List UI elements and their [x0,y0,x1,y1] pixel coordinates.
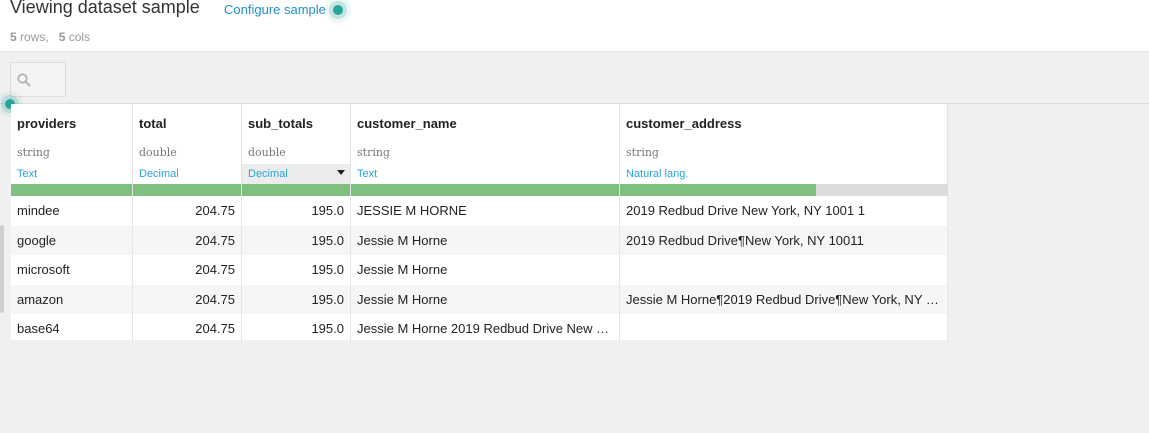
search-icon [17,73,31,87]
table-cell[interactable] [620,255,948,285]
tour-hotspot-dot[interactable] [333,5,343,15]
validity-bar-empty [816,184,948,196]
table-cell[interactable]: Jessie M Horne 2019 Redbud Drive New Yor… [351,314,620,344]
data-table: providers string Text total double Decimal sub… [11,104,948,344]
page-title: Viewing dataset sample [10,0,200,17]
column-meaning-link[interactable]: Text [357,168,377,180]
table-cell[interactable]: 204.75 [133,255,242,285]
table-cell[interactable]: 195.0 [242,196,351,226]
table-cell[interactable] [620,314,948,344]
column-header-customer-name[interactable]: customer_namestring Text [351,104,620,196]
rows-label: rows, [20,30,49,44]
table-row[interactable]: microsoft 204.75 195.0 Jessie M Horne [11,255,948,285]
column-name[interactable]: sub_totals [248,116,313,131]
table-row[interactable]: mindee 204.75 195.0 JESSIE M HORNE 2019 Redb… [11,196,948,226]
column-storage-type: double [248,146,286,159]
column-meaning-link[interactable]: Text [17,168,37,180]
column-storage-type: string [357,146,390,159]
column-header-providers[interactable]: providers string Text [11,104,133,196]
dataset-size-info: 5 rows, 5 cols [10,30,90,44]
table-cell[interactable]: Jessie M Horne¶2019 Redbud Drive¶New Yor… [620,284,948,314]
table-cell[interactable]: 204.75 [133,225,242,255]
table-cell[interactable]: Jessie M Horne [351,284,620,314]
validity-bar [11,184,132,196]
cols-label: cols [68,30,91,44]
top-bar: Viewing dataset sample Configure sample … [0,0,1149,52]
validity-bar [242,184,350,196]
table-cell[interactable]: 2019 Redbud Drive New York, NY 1001 1 [620,196,948,226]
table-cell[interactable]: 2019 Redbud Drive¶New York, NY 10011 [620,225,948,255]
table-cell[interactable]: base64 [11,314,133,344]
table-cell[interactable]: microsoft [11,255,133,285]
column-header-sub-totals[interactable]: sub_totalsdouble Decimal [242,104,351,196]
column-name[interactable]: customer_name [357,116,457,131]
table-cell[interactable]: 204.75 [133,314,242,344]
column-meaning-link[interactable]: Decimal [139,168,179,180]
table-cell[interactable]: 195.0 [242,255,351,285]
column-header-customer-address[interactable]: customer_addressstring Natural lang. [620,104,948,196]
table-cell[interactable]: 195.0 [242,284,351,314]
table-cell[interactable]: 195.0 [242,225,351,255]
table-cell[interactable]: 204.75 [133,284,242,314]
search-input[interactable] [10,62,66,97]
scroll-indicator[interactable] [0,225,4,313]
configure-sample-link[interactable]: Configure sample [224,2,326,17]
column-name[interactable]: customer_address [626,116,742,131]
column-name[interactable]: providers [17,116,76,131]
caret-down-icon[interactable] [337,170,345,175]
table-cell[interactable]: 204.75 [133,196,242,226]
cols-count: 5 [58,30,66,44]
table-cell[interactable]: amazon [11,284,133,314]
column-storage-type: double [139,146,177,159]
rows-count: 5 [10,30,17,44]
table-row[interactable]: amazon 204.75 195.0 Jessie M Horne Jessie M … [11,284,948,314]
table-row[interactable]: google 204.75 195.0 Jessie M Horne 2019 Redb… [11,225,948,255]
validity-bar [133,184,241,196]
table-cell[interactable]: Jessie M Horne [351,255,620,285]
column-meaning-link[interactable]: Decimal [248,168,288,180]
column-meaning-link[interactable]: Natural lang. [626,168,688,180]
column-storage-type: string [17,146,50,159]
table-cell[interactable]: Jessie M Horne [351,225,620,255]
table-cell[interactable]: JESSIE M HORNE [351,196,620,226]
column-storage-type: string [626,146,659,159]
table-cell[interactable]: 195.0 [242,314,351,344]
table-cell[interactable]: mindee [11,196,133,226]
column-header-total[interactable]: total double Decimal [133,104,242,196]
validity-bar [351,184,619,196]
table-row[interactable]: base64 204.75 195.0 Jessie M Horne 2019 Red… [11,314,948,344]
column-name[interactable]: total [139,116,166,131]
validity-bar [620,184,816,196]
table-cell[interactable]: google [11,225,133,255]
